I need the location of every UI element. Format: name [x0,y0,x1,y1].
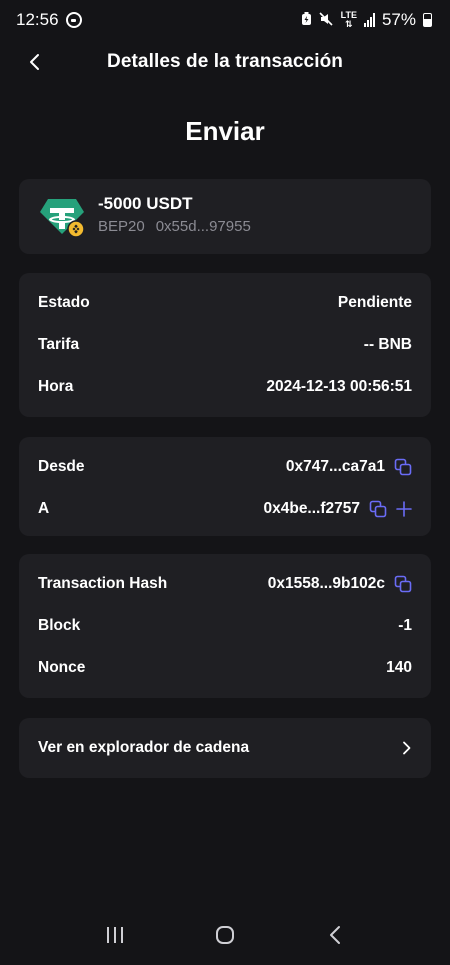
explorer-label: Ver en explorador de cadena [38,739,250,756]
block-value: -1 [398,617,412,634]
nonce-label: Nonce [38,659,86,676]
from-row: Desde 0x747...ca7a1 [19,446,431,488]
copy-icon[interactable] [394,575,412,593]
hash-label: Transaction Hash [38,575,168,592]
status-time: 12:56 [16,10,59,29]
status-left: 12:56 [16,10,82,30]
from-value-group: 0x747...ca7a1 [286,458,412,476]
fee-label: Tarifa [38,336,80,353]
token-amount: -5000 USDT [98,194,193,213]
mute-icon [319,12,334,28]
copy-icon[interactable] [394,458,412,476]
lte-icon: LTE ⇅ [340,10,357,29]
chevron-left-icon [30,54,39,70]
from-label: Desde [38,458,85,475]
token-contract: 0x55d...97955 [155,218,251,235]
to-label: A [38,500,50,517]
token-info: -5000 USDT BEP20 0x55d...97955 [98,194,251,235]
whatsapp-icon [65,12,82,28]
back-nav-button[interactable] [315,915,355,955]
header: Detalles de la transacción [0,40,450,84]
token-card: -5000 USDT BEP20 0x55d...97955 [19,179,431,254]
view-in-explorer-button[interactable]: Ver en explorador de cadena [19,718,431,778]
copy-icon[interactable] [369,500,387,518]
time-label: Hora [38,378,74,395]
battery-icon [423,13,432,27]
fee-value: -- BNB [363,336,412,353]
hash-value: 0x1558...9b102c [267,575,385,592]
add-contact-icon[interactable] [396,501,412,517]
tether-icon [38,196,86,238]
signal-icon [363,13,375,27]
status-card: Estado Pendiente Tarifa -- BNB Hora 2024… [19,273,431,417]
battery-saver-icon [301,12,312,28]
status-label: Estado [38,294,90,311]
recent-apps-button[interactable] [95,915,135,955]
network-label: LTE [340,10,357,20]
token-network: BEP20 [98,218,145,235]
hash-value-group: 0x1558...9b102c [268,575,412,593]
hash-row: Transaction Hash 0x1558...9b102c [19,563,431,605]
time-value: 2024-12-13 00:56:51 [266,378,412,395]
from-address: 0x747...ca7a1 [285,458,385,475]
status-badge: Pendiente [337,294,412,311]
page-title: Detalles de la transacción [107,51,343,72]
transaction-type-title: Enviar [185,116,265,146]
home-button[interactable] [205,915,245,955]
system-nav-bar [0,905,450,965]
address-card: Desde 0x747...ca7a1 A 0x4be...f2757 [19,437,431,536]
block-label: Block [38,617,81,634]
status-row: Estado Pendiente [19,282,431,324]
block-row: Block -1 [19,605,431,647]
time-row: Hora 2024-12-13 00:56:51 [19,366,431,408]
nonce-row: Nonce 140 [19,647,431,689]
nonce-value: 140 [386,659,412,676]
token-sub: BEP20 0x55d...97955 [98,218,251,235]
to-value-group: 0x4be...f2757 [263,500,412,518]
status-right: LTE ⇅ 57% [301,10,432,30]
to-row: A 0x4be...f2757 [19,488,431,530]
chevron-right-icon [403,741,411,755]
recent-apps-icon [107,927,123,943]
battery-percent: 57% [381,10,416,29]
back-nav-icon [330,926,340,944]
home-icon [216,926,234,944]
to-address: 0x4be...f2757 [263,500,360,517]
status-bar: 12:56 LTE ⇅ 57% [0,0,450,40]
hash-card: Transaction Hash 0x1558...9b102c Block -… [19,554,431,698]
back-button[interactable] [22,50,46,74]
fee-row: Tarifa -- BNB [19,324,431,366]
